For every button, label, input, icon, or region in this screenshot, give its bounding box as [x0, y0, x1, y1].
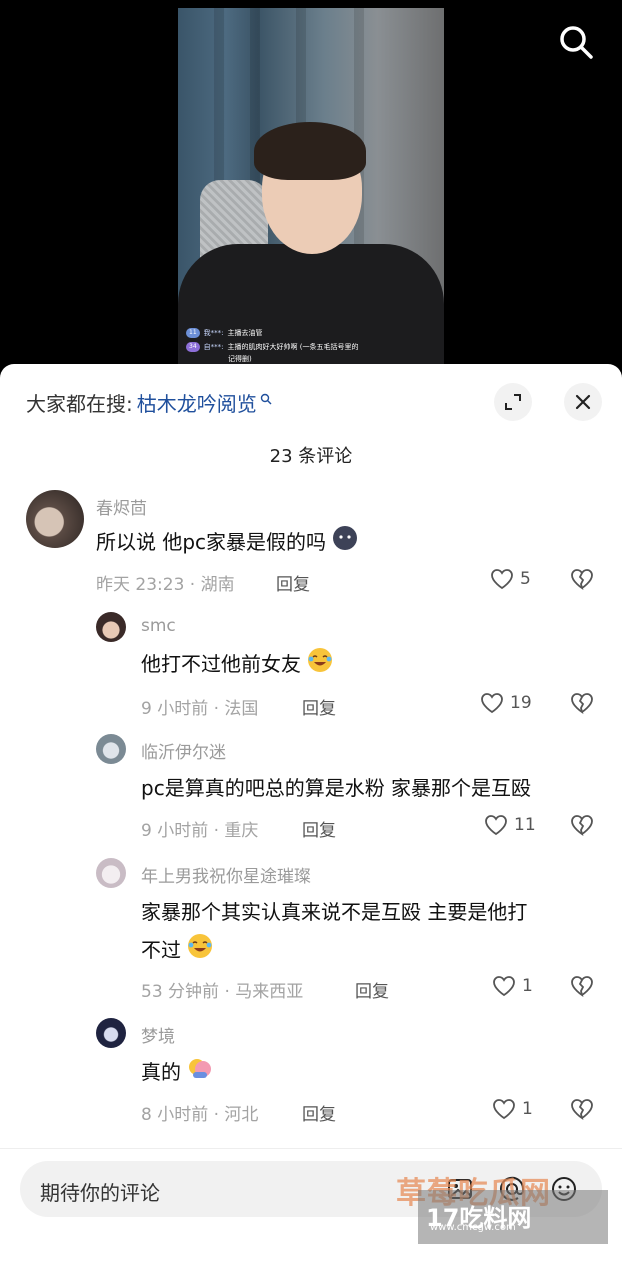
comment-username[interactable]: smc: [141, 616, 176, 636]
dislike-button[interactable]: [570, 975, 594, 1001]
watermark-banner: 17吃料网: [418, 1190, 608, 1244]
like-count: 11: [514, 815, 536, 835]
like-button[interactable]: 11: [484, 814, 536, 836]
heart-icon: [481, 693, 503, 714]
comment-text: 家暴那个其实认真来说不是互殴 主要是他打: [141, 900, 528, 924]
comment-meta: 9 小时前 · 法国: [141, 699, 259, 719]
heart-icon: [485, 815, 507, 836]
expand-button[interactable]: [494, 383, 532, 421]
comment-meta: 53 分钟前 · 马来西亚: [141, 982, 304, 1002]
laughing-tears-emoji-icon: [307, 646, 333, 686]
avatar[interactable]: [96, 858, 126, 888]
heart-icon: [491, 569, 513, 590]
close-button[interactable]: [564, 383, 602, 421]
hug-emoji-icon: [187, 1054, 213, 1094]
broken-heart-icon: [571, 1099, 593, 1121]
reply-button[interactable]: 回复: [302, 694, 336, 719]
comment-sheet: 大家都在搜: 枯木龙吟阅览 23 条评论 春烬茴 所以说 他pc家暴是假的吗 昨…: [0, 364, 622, 1280]
search-icon[interactable]: [556, 22, 596, 62]
broken-heart-icon: [571, 976, 593, 998]
comment-meta: 8 小时前 · 河北: [141, 1105, 259, 1125]
broken-heart-icon: [571, 815, 593, 837]
level-badge: 11: [186, 328, 200, 338]
live-video[interactable]: 11 我***: 主播去油管 34 自***: 主播的肌肉好大好帅啊 (一条五毛…: [178, 8, 444, 370]
comment-username[interactable]: 梦境: [141, 1022, 175, 1047]
comment-count-title: 23 条评论: [269, 446, 353, 467]
reply-button[interactable]: 回复: [276, 570, 310, 595]
comment-text-content: 所以说 他pc家暴是假的吗: [96, 530, 327, 554]
danmaku-line: 记得删): [228, 354, 252, 364]
dark-face-emoji-icon: [332, 524, 358, 564]
broken-heart-icon: [571, 569, 593, 591]
comment-meta: 昨天 23:23 · 湖南: [96, 575, 235, 595]
reply-button[interactable]: 回复: [355, 977, 389, 1002]
dislike-button[interactable]: [570, 814, 594, 840]
danmaku-line: 11 我***: 主播去油管: [186, 328, 263, 338]
like-count: 1: [522, 976, 533, 996]
like-button[interactable]: 1: [492, 975, 533, 997]
comment-username[interactable]: 春烬茴: [96, 494, 147, 519]
danmaku-text: 主播的肌肉好大好帅啊 (一条五毛括号里的: [227, 343, 359, 351]
avatar[interactable]: [96, 612, 126, 642]
expand-icon: [505, 394, 521, 410]
reply-button[interactable]: 回复: [302, 816, 336, 841]
danmaku-text: 主播去油管: [227, 329, 263, 337]
avatar[interactable]: [96, 1018, 126, 1048]
like-button[interactable]: 19: [480, 692, 532, 714]
small-search-icon: [260, 393, 272, 404]
heart-icon: [493, 1099, 515, 1120]
danmaku-user: 自***:: [203, 343, 224, 351]
comment-text: 他打不过他前女友: [141, 644, 333, 686]
like-count: 1: [522, 1099, 533, 1119]
dislike-button[interactable]: [570, 1098, 594, 1124]
comment-text: pc是算真的吧总的算是水粉 家暴那个是互殴: [141, 776, 532, 800]
comment-text-content: 不过: [141, 938, 181, 962]
comment-meta: 9 小时前 · 重庆: [141, 821, 259, 841]
watermark-url: www.cmcgw.com: [430, 1222, 516, 1233]
heart-icon: [493, 976, 515, 997]
trending-prefix: 大家都在搜:: [26, 392, 133, 416]
dislike-button[interactable]: [570, 568, 594, 594]
laughing-tears-emoji-icon: [187, 932, 213, 972]
comment-text-content: 他打不过他前女友: [141, 652, 301, 676]
like-count: 19: [510, 693, 532, 713]
like-button[interactable]: 1: [492, 1098, 533, 1120]
comment-username[interactable]: 临沂伊尔迷: [141, 738, 226, 763]
streamer-hair: [254, 122, 366, 180]
danmaku-user: 我***:: [203, 329, 224, 337]
comment-input-placeholder: 期待你的评论: [40, 1181, 160, 1205]
danmaku-line: 34 自***: 主播的肌肉好大好帅啊 (一条五毛括号里的: [186, 342, 358, 352]
trending-keyword[interactable]: 枯木龙吟阅览: [137, 388, 257, 417]
like-button[interactable]: 5: [490, 568, 531, 590]
comment-text: 所以说 他pc家暴是假的吗: [96, 522, 358, 564]
comment-text-content: 真的: [141, 1060, 181, 1084]
reply-button[interactable]: 回复: [302, 1100, 336, 1125]
comment-text: 不过: [141, 930, 213, 972]
comment-username[interactable]: 年上男我祝你星途璀璨: [141, 862, 311, 887]
trending-search-bar[interactable]: 大家都在搜: 枯木龙吟阅览: [26, 388, 272, 417]
close-icon: [575, 394, 591, 410]
dislike-button[interactable]: [570, 692, 594, 718]
comment-text: 真的: [141, 1052, 213, 1094]
avatar[interactable]: [26, 490, 84, 548]
level-badge: 34: [186, 342, 200, 352]
like-count: 5: [520, 569, 531, 589]
broken-heart-icon: [571, 693, 593, 715]
avatar[interactable]: [96, 734, 126, 764]
danmaku-text: 记得删): [228, 355, 252, 363]
